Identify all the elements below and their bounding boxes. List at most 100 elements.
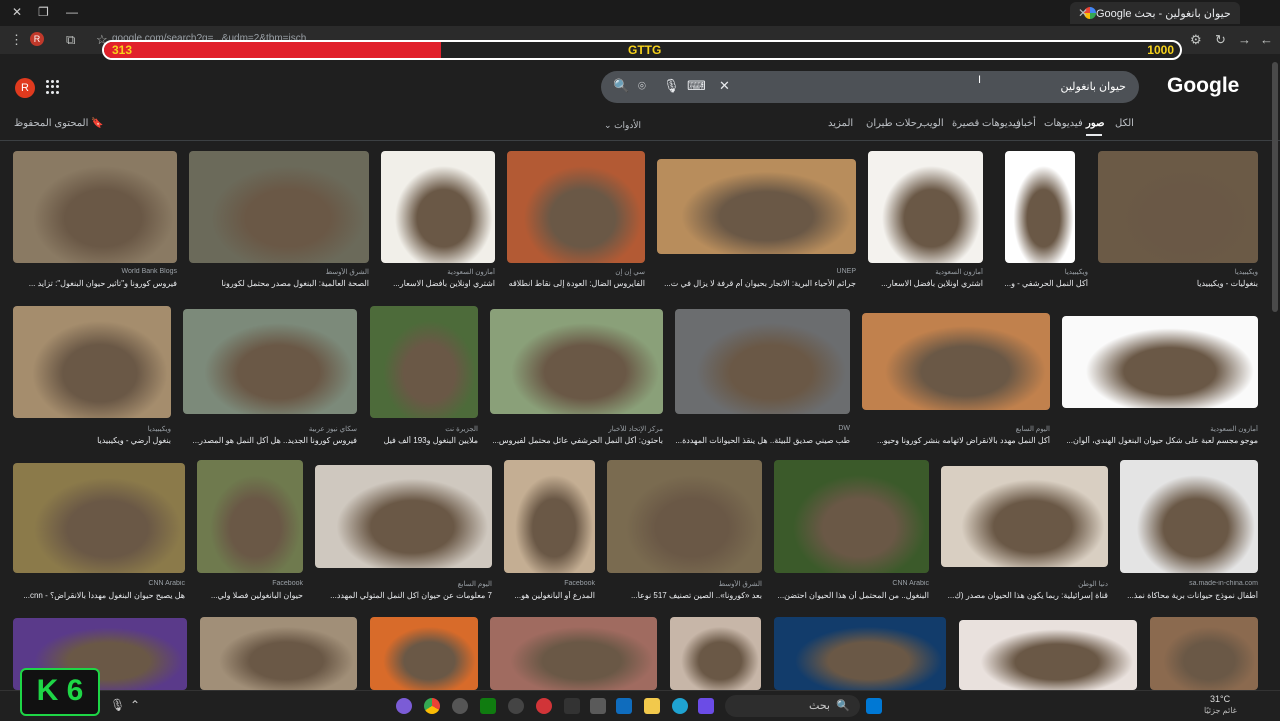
image-result-thumbnail[interactable] xyxy=(490,617,657,690)
image-result-thumbnail[interactable] xyxy=(675,309,850,414)
tools-button[interactable]: ⌄ الأدوات xyxy=(604,120,641,131)
result-source[interactable]: دنيا الوطن xyxy=(941,580,1108,588)
result-caption[interactable]: موجو مجسم لعبة على شكل حيوان البنغول اله… xyxy=(1062,436,1258,445)
image-result-thumbnail[interactable] xyxy=(941,466,1108,567)
chevron-up-icon[interactable]: ⌃ xyxy=(130,698,140,712)
result-caption[interactable]: أطفال نموذج حيوانات برية محاكاة نمذ... xyxy=(1120,591,1258,600)
result-source[interactable]: الشرق الأوسط xyxy=(189,268,369,276)
image-result-thumbnail[interactable] xyxy=(959,620,1137,690)
saved-content-link[interactable]: المحتوى المحفوظ 🔖 xyxy=(14,118,104,129)
result-source[interactable]: مركز الإتحاد للأخبار xyxy=(490,425,663,433)
filter-short-videos[interactable]: فيديوهات قصيرة xyxy=(952,118,1021,134)
result-caption[interactable]: المدرع أو البانغولين هو... xyxy=(504,591,595,600)
image-result-thumbnail[interactable] xyxy=(197,460,303,573)
filter-images[interactable]: صور xyxy=(1086,118,1105,134)
image-result-thumbnail[interactable] xyxy=(315,465,492,568)
result-caption[interactable]: بنغوليات - ويكيبيديا xyxy=(1098,279,1258,288)
search-icon[interactable]: 🔍 xyxy=(613,78,629,94)
reload-icon[interactable]: ↻ xyxy=(1215,32,1226,48)
image-result-thumbnail[interactable] xyxy=(183,309,357,414)
result-source[interactable]: sa.made-in-china.com xyxy=(1120,580,1258,587)
result-caption[interactable]: الصحة العالمية: البنغول مصدر محتمل لكورو… xyxy=(189,279,369,288)
restore-window-icon[interactable]: ❐ xyxy=(38,5,49,19)
result-source[interactable]: CNN Arabic xyxy=(13,580,185,587)
image-result-thumbnail[interactable] xyxy=(670,617,761,690)
image-result-thumbnail[interactable] xyxy=(490,309,663,414)
microphone-icon[interactable]: 🎙 xyxy=(110,698,125,712)
image-result-thumbnail[interactable] xyxy=(200,617,357,690)
result-source[interactable]: اليوم السابع xyxy=(862,425,1050,433)
image-result-thumbnail[interactable] xyxy=(1005,151,1075,263)
windows-start-icon[interactable] xyxy=(866,698,882,714)
settings-gear-icon[interactable] xyxy=(590,698,606,714)
result-caption[interactable]: بعد «كورونا».. الصين تصنيف 517 نوعاً... xyxy=(607,591,762,600)
image-result-thumbnail[interactable] xyxy=(1150,617,1258,690)
image-result-thumbnail[interactable] xyxy=(1120,460,1258,573)
result-caption[interactable]: باحثون: أكل النمل الحرشفي عائل محتمل لفي… xyxy=(490,436,663,445)
menu-icon[interactable]: ⋮ xyxy=(10,32,23,48)
result-source[interactable]: اليوم السابع xyxy=(315,580,492,588)
outlook-icon[interactable] xyxy=(616,698,632,714)
image-result-thumbnail[interactable] xyxy=(504,460,595,573)
result-caption[interactable]: بنغول أرضي - ويكيبيديا xyxy=(13,436,171,445)
app-icon-4[interactable] xyxy=(536,698,552,714)
result-source[interactable]: ويكيبيديا xyxy=(1005,268,1088,276)
back-icon[interactable]: ← xyxy=(1260,32,1273,47)
google-account-avatar[interactable]: R xyxy=(15,78,35,98)
app-icon-5[interactable] xyxy=(564,698,580,714)
voice-search-icon[interactable]: 🎙 xyxy=(663,78,680,94)
result-source[interactable]: أمازون السعودية xyxy=(1062,425,1258,433)
result-source[interactable]: سكاي نيوز عربية xyxy=(183,425,357,433)
result-caption[interactable]: اشتري اونلاين بأفضل الاسعار... xyxy=(868,279,983,288)
clear-search-icon[interactable]: ✕ xyxy=(719,78,730,94)
app-icon-2[interactable] xyxy=(452,698,468,714)
result-source[interactable]: ويكيبيديا xyxy=(1098,268,1258,276)
result-caption[interactable]: حيوان البانغولين فصلا ولي... xyxy=(197,591,303,600)
result-source[interactable]: ويكيبيديا xyxy=(13,425,171,433)
result-source[interactable]: Facebook xyxy=(197,580,303,587)
google-logo[interactable]: Google xyxy=(1167,74,1239,98)
weather-temp[interactable]: 31°C xyxy=(1210,694,1230,704)
result-source[interactable]: CNN Arabic xyxy=(774,580,929,587)
result-caption[interactable]: أكل النمل الحرشفي - و... xyxy=(1005,279,1088,288)
result-source[interactable]: World Bank Blogs xyxy=(13,268,177,275)
image-result-thumbnail[interactable] xyxy=(370,306,478,418)
image-result-thumbnail[interactable] xyxy=(189,151,369,263)
page-scrollbar[interactable] xyxy=(1272,62,1278,312)
result-source[interactable]: DW xyxy=(675,425,850,432)
result-caption[interactable]: جرائم الأحياء البرية: الاتجار بحيوان أم … xyxy=(657,279,856,288)
result-caption[interactable]: البنغول.. من المحتمل أن هذا الحيوان احتض… xyxy=(774,591,929,600)
browser-tab[interactable]: ✕ حيوان بانغولين - بحث Google xyxy=(1070,2,1240,24)
close-window-icon[interactable]: ✕ xyxy=(12,5,22,19)
image-result-thumbnail[interactable] xyxy=(868,151,983,263)
result-caption[interactable]: طب صيني صديق للبيئة.. هل ينقذ الحيوانات … xyxy=(675,436,850,445)
image-result-thumbnail[interactable] xyxy=(13,306,171,418)
filter-all[interactable]: الكل xyxy=(1115,118,1134,134)
xbox-icon[interactable] xyxy=(480,698,496,714)
image-result-thumbnail[interactable] xyxy=(1062,316,1258,408)
tab-search-icon[interactable]: ⧉ xyxy=(66,32,75,48)
image-result-thumbnail[interactable] xyxy=(13,151,177,263)
image-result-thumbnail[interactable] xyxy=(370,617,478,690)
result-caption[interactable]: هل يصبح حيوان البنغول مهدداً بالانقراض؟ … xyxy=(13,591,185,600)
image-result-thumbnail[interactable] xyxy=(657,159,856,254)
file-explorer-icon[interactable] xyxy=(644,698,660,714)
search-box[interactable]: 🔍 ⌾ 🎙 ⌨ ✕ حيوان بانغولين xyxy=(601,71,1139,103)
result-source[interactable]: أمازون السعودية xyxy=(868,268,983,276)
image-result-thumbnail[interactable] xyxy=(381,151,495,263)
edge-icon[interactable] xyxy=(672,698,688,714)
google-apps-icon[interactable] xyxy=(46,80,60,94)
taskbar-search[interactable]: 🔍 بحث xyxy=(725,695,860,717)
filter-videos[interactable]: فيديوهات xyxy=(1044,118,1083,134)
result-source[interactable]: الجزيرة نت xyxy=(370,425,478,433)
result-caption[interactable]: اشتري اونلاين بأفضل الاسعار... xyxy=(381,279,495,288)
filter-more[interactable]: المزيد xyxy=(828,118,853,134)
filter-web[interactable]: الويب xyxy=(920,118,944,134)
result-caption[interactable]: الفايروس الضال: العودة إلى نقاط انطلاقه xyxy=(507,279,645,288)
chrome-icon[interactable] xyxy=(424,698,440,714)
result-caption[interactable]: فيروس كورونا الجديد.. هل أكل النمل هو ال… xyxy=(183,436,358,445)
result-caption[interactable]: أكل النمل مهدد بالانقراض لاتهامه بنشر كو… xyxy=(862,436,1050,445)
image-result-thumbnail[interactable] xyxy=(607,460,762,573)
result-caption[interactable]: فيروس كورونا و"تأثير حيوان البنغول": تزا… xyxy=(13,279,177,288)
extensions-icon[interactable]: ⚙ xyxy=(1190,32,1202,48)
